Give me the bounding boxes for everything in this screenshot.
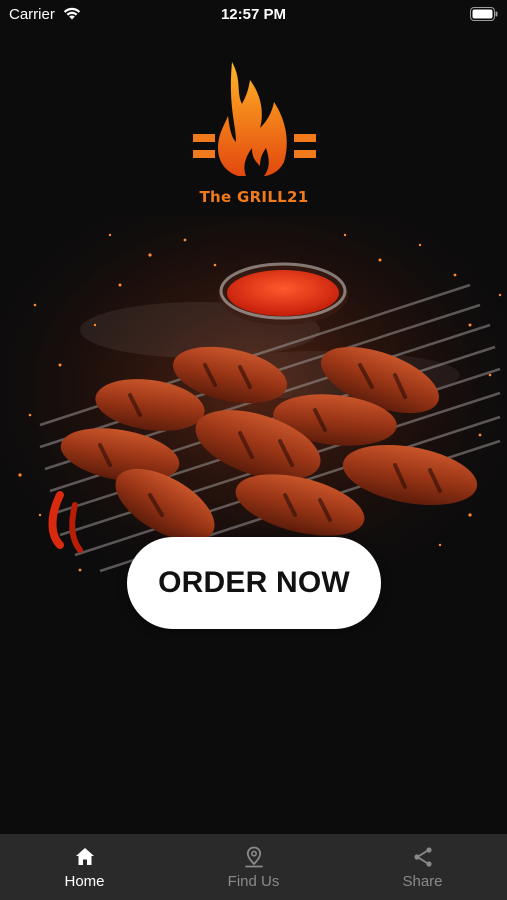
tab-find-us[interactable]: Find Us — [169, 834, 338, 900]
tab-share-label: Share — [402, 873, 443, 890]
location-pin-icon — [244, 846, 263, 868]
tab-find-us-label: Find Us — [227, 873, 280, 890]
battery-icon — [470, 7, 498, 21]
logo-text: The GRILL21 — [199, 188, 309, 206]
order-now-button[interactable]: ORDER NOW — [127, 537, 381, 629]
status-bar: Carrier 12:57 PM — [0, 0, 507, 30]
share-icon — [413, 847, 432, 867]
tab-home[interactable]: Home — [0, 834, 169, 900]
status-time: 12:57 PM — [220, 6, 287, 23]
home-icon — [75, 848, 94, 865]
app-screen: Carrier 12:57 PM The GRILL21 ORDER NOW H… — [0, 0, 507, 900]
tab-home-label: Home — [64, 873, 105, 890]
tab-bar: Home Find Us Share — [0, 834, 507, 900]
tab-share[interactable]: Share — [338, 834, 507, 900]
